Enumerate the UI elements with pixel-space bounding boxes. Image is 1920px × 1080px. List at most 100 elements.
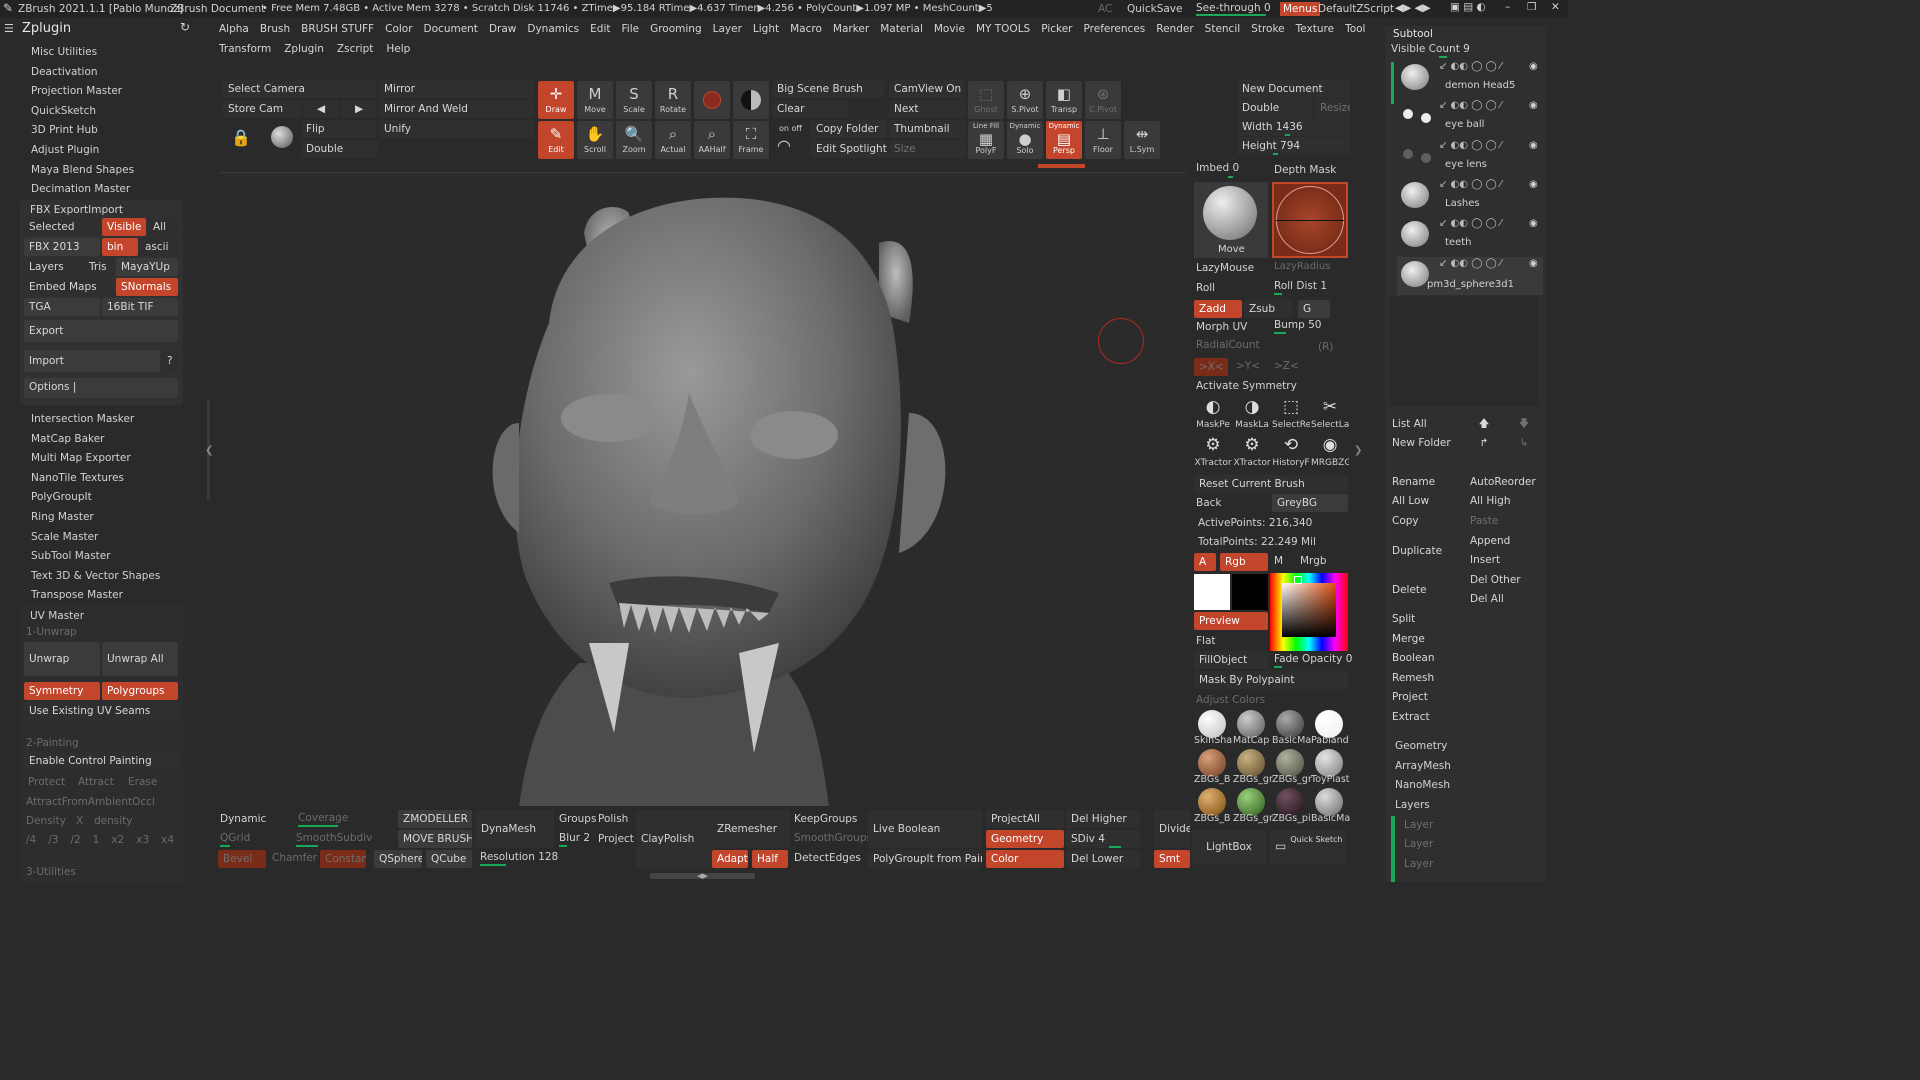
refresh-icon[interactable]: ↻ xyxy=(180,20,190,34)
menu-item[interactable]: Movie xyxy=(934,23,965,35)
del-all-button[interactable]: Del All xyxy=(1465,590,1543,608)
del-lower-button[interactable]: Del Lower xyxy=(1066,850,1140,868)
merge-button[interactable]: Merge xyxy=(1387,630,1543,648)
color-picker-square[interactable] xyxy=(1282,583,1336,637)
resize-doc[interactable]: Resize xyxy=(1315,99,1350,117)
append-button[interactable]: Append xyxy=(1465,532,1543,550)
subtool-row[interactable]: ↙ ◐◐ ◯ ◯ ⁄ ◉ Lashes xyxy=(1397,178,1543,216)
uv-attract[interactable]: Attract xyxy=(78,776,114,788)
mrgb-button[interactable]: Mrgb xyxy=(1300,555,1327,567)
visible-count-slider[interactable]: Visible Count 9 xyxy=(1391,43,1470,55)
quicksave-button[interactable]: QuickSave xyxy=(1127,3,1182,15)
sym-z-button[interactable]: >Z< xyxy=(1274,360,1299,372)
coverage-track[interactable] xyxy=(298,825,338,827)
material-swatch[interactable] xyxy=(1315,788,1343,816)
height-slider[interactable]: Height 794 xyxy=(1237,137,1350,155)
menu-item[interactable]: Render xyxy=(1156,23,1193,35)
fbx-import-button[interactable]: Import xyxy=(24,350,160,372)
menu-item[interactable]: Brush xyxy=(260,23,290,35)
color-picker-handle[interactable] xyxy=(1294,576,1302,584)
fbx-tris[interactable]: Tris xyxy=(84,258,114,276)
eye-icon[interactable]: ◉ xyxy=(1529,61,1538,72)
geometry-button[interactable]: Geometry xyxy=(986,830,1064,848)
plugin-list-item[interactable]: MatCap Baker xyxy=(31,433,105,445)
menu-item[interactable]: Color xyxy=(385,23,412,35)
dynamic-subdiv-button[interactable]: Dynamic xyxy=(220,813,266,825)
draw-tool[interactable]: ✛ Draw xyxy=(538,81,574,119)
detectedges-button[interactable]: DetectEdges xyxy=(794,852,861,864)
height-slider-track[interactable] xyxy=(1273,153,1278,155)
flat-button[interactable]: Flat xyxy=(1196,635,1216,647)
double-doc[interactable]: Double xyxy=(1237,99,1313,117)
radial-r-button[interactable]: (R) xyxy=(1318,341,1334,353)
menu-item[interactable]: Stroke xyxy=(1251,23,1284,35)
plugin-list-item[interactable]: QuickSketch xyxy=(31,105,96,117)
sphere-icon[interactable] xyxy=(271,126,293,148)
fbx-tif[interactable]: 16Bit TIF xyxy=(102,298,178,316)
sym-x-button[interactable]: >X< xyxy=(1194,358,1228,376)
store-cam[interactable]: Store Cam xyxy=(223,100,301,118)
menu-item[interactable]: MY TOOLS xyxy=(976,23,1030,35)
menu-item[interactable]: Light xyxy=(753,23,779,35)
plugin-list-item[interactable]: Text 3D & Vector Shapes xyxy=(31,570,160,582)
spotlight-dial-icon[interactable]: ◠ xyxy=(777,136,791,155)
del-other-button[interactable]: Del Other xyxy=(1465,571,1543,589)
subtool-row[interactable]: ↙ ◐◐ ◯ ◯ ⁄ ◉ eye lens xyxy=(1397,139,1543,177)
subtool-row[interactable]: ↙ ◐◐ ◯ ◯ ⁄ ◉ demon Head5 xyxy=(1397,60,1543,98)
smoothsubdiv-track[interactable] xyxy=(296,845,318,847)
subtool-scroll-area[interactable] xyxy=(1389,296,1539,406)
qgrid-button[interactable]: QGrid xyxy=(220,832,250,844)
lazymouse-button[interactable]: LazyMouse xyxy=(1196,262,1254,274)
uv-polygroups[interactable]: Polygroups xyxy=(102,682,178,700)
persp-button[interactable]: Dynamic ▤ Persp xyxy=(1046,121,1082,159)
fbx-mayayup[interactable]: MayaYUp xyxy=(116,258,178,276)
m-button[interactable]: M xyxy=(1274,555,1283,567)
all-low-button[interactable]: All Low xyxy=(1387,492,1463,510)
actual-tool[interactable]: ⌕ Actual xyxy=(655,121,691,159)
eye-icon[interactable]: ◉ xyxy=(1529,258,1538,269)
material-swatch[interactable] xyxy=(1237,749,1265,777)
fbx-help-button[interactable]: ? xyxy=(162,350,178,372)
solo-button[interactable]: Dynamic ● Solo xyxy=(1007,121,1043,159)
uv-density-factor[interactable]: /4 xyxy=(26,834,36,846)
lazyradius-slider[interactable]: LazyRadius xyxy=(1274,261,1330,272)
menus-toggle[interactable]: Menus xyxy=(1280,2,1321,16)
mirror-and-weld-button[interactable]: Mirror And Weld xyxy=(379,100,533,118)
lsym-button[interactable]: ⇹ L.Sym xyxy=(1124,121,1160,159)
uv-density-factor[interactable]: /2 xyxy=(70,834,80,846)
frame-tool[interactable]: ⛶ Frame xyxy=(733,121,769,159)
right-collapse-arrow[interactable]: ❯ xyxy=(1354,445,1362,456)
insert-button[interactable]: Insert xyxy=(1465,551,1543,569)
fbx-snormals[interactable]: SNormals xyxy=(116,278,178,296)
plugin-list-item[interactable]: Transpose Master xyxy=(31,589,123,601)
constant-button[interactable]: Constant xyxy=(320,850,366,868)
material-swatch[interactable] xyxy=(1276,749,1304,777)
coverage-slider[interactable]: Coverage xyxy=(298,812,348,824)
delete-button[interactable]: Delete xyxy=(1387,571,1463,609)
material-sphere-button[interactable] xyxy=(694,81,730,119)
color-picker[interactable] xyxy=(1270,573,1348,651)
zmodeller-brush[interactable]: ZMODELLER xyxy=(398,810,472,828)
eye-icon[interactable]: ◉ xyxy=(1529,140,1538,151)
bump-track[interactable] xyxy=(1274,332,1286,334)
ac-label[interactable]: AC xyxy=(1098,3,1112,15)
material-swatch[interactable] xyxy=(1315,710,1343,738)
plugin-list-item[interactable]: Maya Blend Shapes xyxy=(31,164,134,176)
aahalf-tool[interactable]: ⌕ AAHalf xyxy=(694,121,730,159)
uv-density-x[interactable]: X xyxy=(76,815,83,827)
clear-button[interactable]: Clear xyxy=(772,100,848,118)
material-swatch[interactable] xyxy=(1276,710,1304,738)
roll-button[interactable]: Roll xyxy=(1196,282,1215,294)
bottom-scroll-handle[interactable]: ◀▶ xyxy=(650,873,755,880)
snapshot-icon[interactable]: 🔒 xyxy=(231,128,251,147)
size-slider[interactable]: Size xyxy=(889,140,965,158)
uv-attract-ambient[interactable]: AttractFromAmbientOccl xyxy=(26,796,155,808)
prev-camera[interactable]: ◀ xyxy=(303,100,339,118)
plugin-tile[interactable]: ⚙ XTractor xyxy=(1233,434,1271,470)
roll-dist-slider[interactable]: Roll Dist 1 xyxy=(1274,280,1327,292)
material-swatch[interactable] xyxy=(1237,788,1265,816)
mask-by-polypaint[interactable]: Mask By Polypaint xyxy=(1194,671,1348,689)
radial-count-slider[interactable]: RadialCount xyxy=(1196,339,1260,351)
uv-erase[interactable]: Erase xyxy=(128,776,157,788)
close-icon[interactable]: ✕ xyxy=(1551,1,1560,13)
